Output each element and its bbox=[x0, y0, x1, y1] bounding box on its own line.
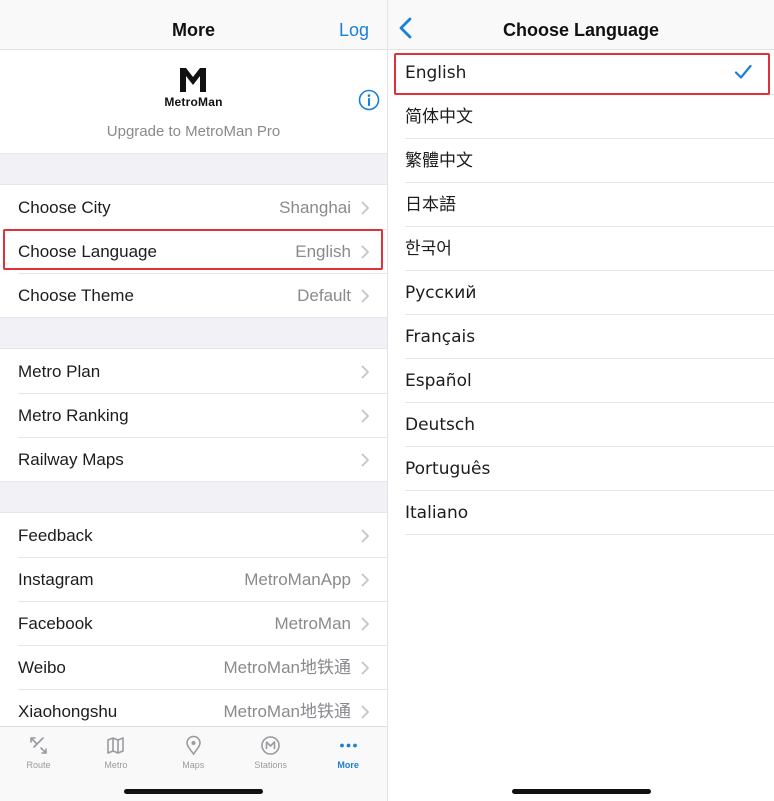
tab-metro[interactable]: Metro bbox=[77, 727, 154, 777]
chevron-right-icon bbox=[361, 289, 369, 303]
language-label: English bbox=[405, 63, 467, 83]
row-label: Railway Maps bbox=[18, 450, 124, 469]
row-weibo[interactable]: Weibo MetroMan地铁通 bbox=[0, 646, 387, 690]
chevron-right-icon bbox=[361, 245, 369, 259]
row-label: Choose City bbox=[18, 198, 111, 217]
tab-route[interactable]: Route bbox=[0, 727, 77, 777]
row-choose-theme[interactable]: Choose Theme Default bbox=[0, 274, 387, 318]
language-option[interactable]: 繁體中文 bbox=[388, 139, 774, 183]
language-label: 繁體中文 bbox=[405, 151, 473, 171]
logo-text: MetroMan bbox=[164, 95, 223, 109]
language-label: Deutsch bbox=[405, 415, 475, 435]
chevron-right-icon bbox=[361, 705, 369, 719]
row-instagram[interactable]: Instagram MetroManApp bbox=[0, 558, 387, 602]
row-value: MetroManApp bbox=[244, 570, 351, 589]
metroman-logo-icon bbox=[180, 68, 206, 92]
language-option[interactable]: 日本語 bbox=[388, 183, 774, 227]
language-option[interactable]: Deutsch bbox=[388, 403, 774, 447]
log-button[interactable]: Log bbox=[339, 0, 369, 50]
more-dots-icon bbox=[339, 743, 357, 748]
row-metro-plan[interactable]: Metro Plan bbox=[0, 350, 387, 394]
chevron-right-icon bbox=[361, 453, 369, 467]
row-label: Weibo bbox=[18, 658, 66, 677]
tab-maps[interactable]: Maps bbox=[155, 727, 232, 777]
choose-language-screen: Choose Language English 简体中文繁體中文日本語 한국어 Рус… bbox=[388, 0, 774, 801]
language-option[interactable]: 한국어 bbox=[388, 227, 774, 271]
language-label: Italiano bbox=[405, 503, 469, 523]
metro-logo-icon bbox=[261, 736, 280, 755]
language-label: 한국어 bbox=[405, 239, 452, 259]
tab-label: Stations bbox=[254, 760, 287, 770]
row-label: Choose Theme bbox=[18, 286, 134, 305]
more-navbar: More Log bbox=[0, 0, 387, 50]
language-option[interactable]: Italiano bbox=[388, 491, 774, 535]
row-label: Facebook bbox=[18, 614, 93, 633]
row-metro-ranking[interactable]: Metro Ranking bbox=[0, 394, 387, 438]
tab-label: Maps bbox=[182, 760, 205, 770]
language-option[interactable]: 简体中文 bbox=[388, 95, 774, 139]
language-option[interactable]: Español bbox=[388, 359, 774, 403]
location-pin-icon bbox=[185, 735, 201, 756]
chevron-right-icon bbox=[361, 409, 369, 423]
section-gap bbox=[0, 317, 387, 349]
chevron-right-icon bbox=[361, 661, 369, 675]
language-navbar: Choose Language bbox=[388, 0, 774, 50]
language-label: Português bbox=[405, 459, 491, 479]
page-title: More bbox=[171, 20, 215, 40]
language-option[interactable]: Português bbox=[388, 447, 774, 491]
language-label: Français bbox=[405, 327, 476, 347]
row-label: Feedback bbox=[18, 526, 93, 545]
row-value: MetroMan地铁通 bbox=[223, 658, 351, 677]
tab-stations[interactable]: Stations bbox=[232, 727, 309, 777]
row-label: Choose Language bbox=[18, 242, 157, 261]
section-gap bbox=[0, 153, 387, 185]
language-option[interactable]: Русский bbox=[388, 271, 774, 315]
chevron-right-icon bbox=[361, 365, 369, 379]
row-value: English bbox=[295, 242, 351, 261]
checkmark-icon bbox=[734, 64, 752, 79]
tab-label: Route bbox=[26, 760, 51, 770]
page-title: Choose Language bbox=[502, 20, 659, 40]
home-indicator bbox=[124, 789, 263, 794]
language-label: Русский bbox=[405, 283, 477, 303]
route-icon bbox=[30, 737, 47, 754]
map-book-icon bbox=[107, 737, 125, 754]
home-indicator bbox=[512, 789, 651, 794]
row-railway-maps[interactable]: Railway Maps bbox=[0, 438, 387, 482]
row-feedback[interactable]: Feedback bbox=[0, 514, 387, 558]
chevron-right-icon bbox=[361, 617, 369, 631]
row-choose-language[interactable]: Choose Language English bbox=[0, 230, 387, 274]
language-label: Español bbox=[405, 371, 472, 391]
info-icon[interactable] bbox=[358, 89, 380, 111]
tab-more[interactable]: More bbox=[310, 727, 387, 777]
language-label: 日本語 bbox=[405, 195, 456, 215]
tab-label: Metro bbox=[104, 760, 128, 770]
section-gap bbox=[0, 481, 387, 513]
row-value: MetroMan bbox=[274, 614, 351, 633]
row-label: Instagram bbox=[18, 570, 94, 589]
row-facebook[interactable]: Facebook MetroMan bbox=[0, 602, 387, 646]
tab-label: More bbox=[337, 760, 359, 770]
row-value: Default bbox=[297, 286, 351, 305]
chevron-right-icon bbox=[361, 573, 369, 587]
row-label: Metro Ranking bbox=[18, 406, 129, 425]
more-screen: More Log MetroMan Upgrade to MetroMan Pr… bbox=[0, 0, 387, 801]
row-label: Metro Plan bbox=[18, 362, 101, 381]
row-choose-city[interactable]: Choose City Shanghai bbox=[0, 186, 387, 230]
row-separator bbox=[405, 534, 774, 535]
language-label: 简体中文 bbox=[405, 107, 473, 127]
upgrade-pro-link[interactable]: Upgrade to MetroMan Pro bbox=[0, 123, 387, 140]
language-option[interactable]: Français bbox=[388, 315, 774, 359]
row-value: Shanghai bbox=[279, 198, 351, 217]
language-option[interactable]: English bbox=[388, 51, 774, 95]
chevron-right-icon bbox=[361, 529, 369, 543]
chevron-right-icon bbox=[361, 201, 369, 215]
brand-header: MetroMan Upgrade to MetroMan Pro bbox=[0, 51, 387, 153]
